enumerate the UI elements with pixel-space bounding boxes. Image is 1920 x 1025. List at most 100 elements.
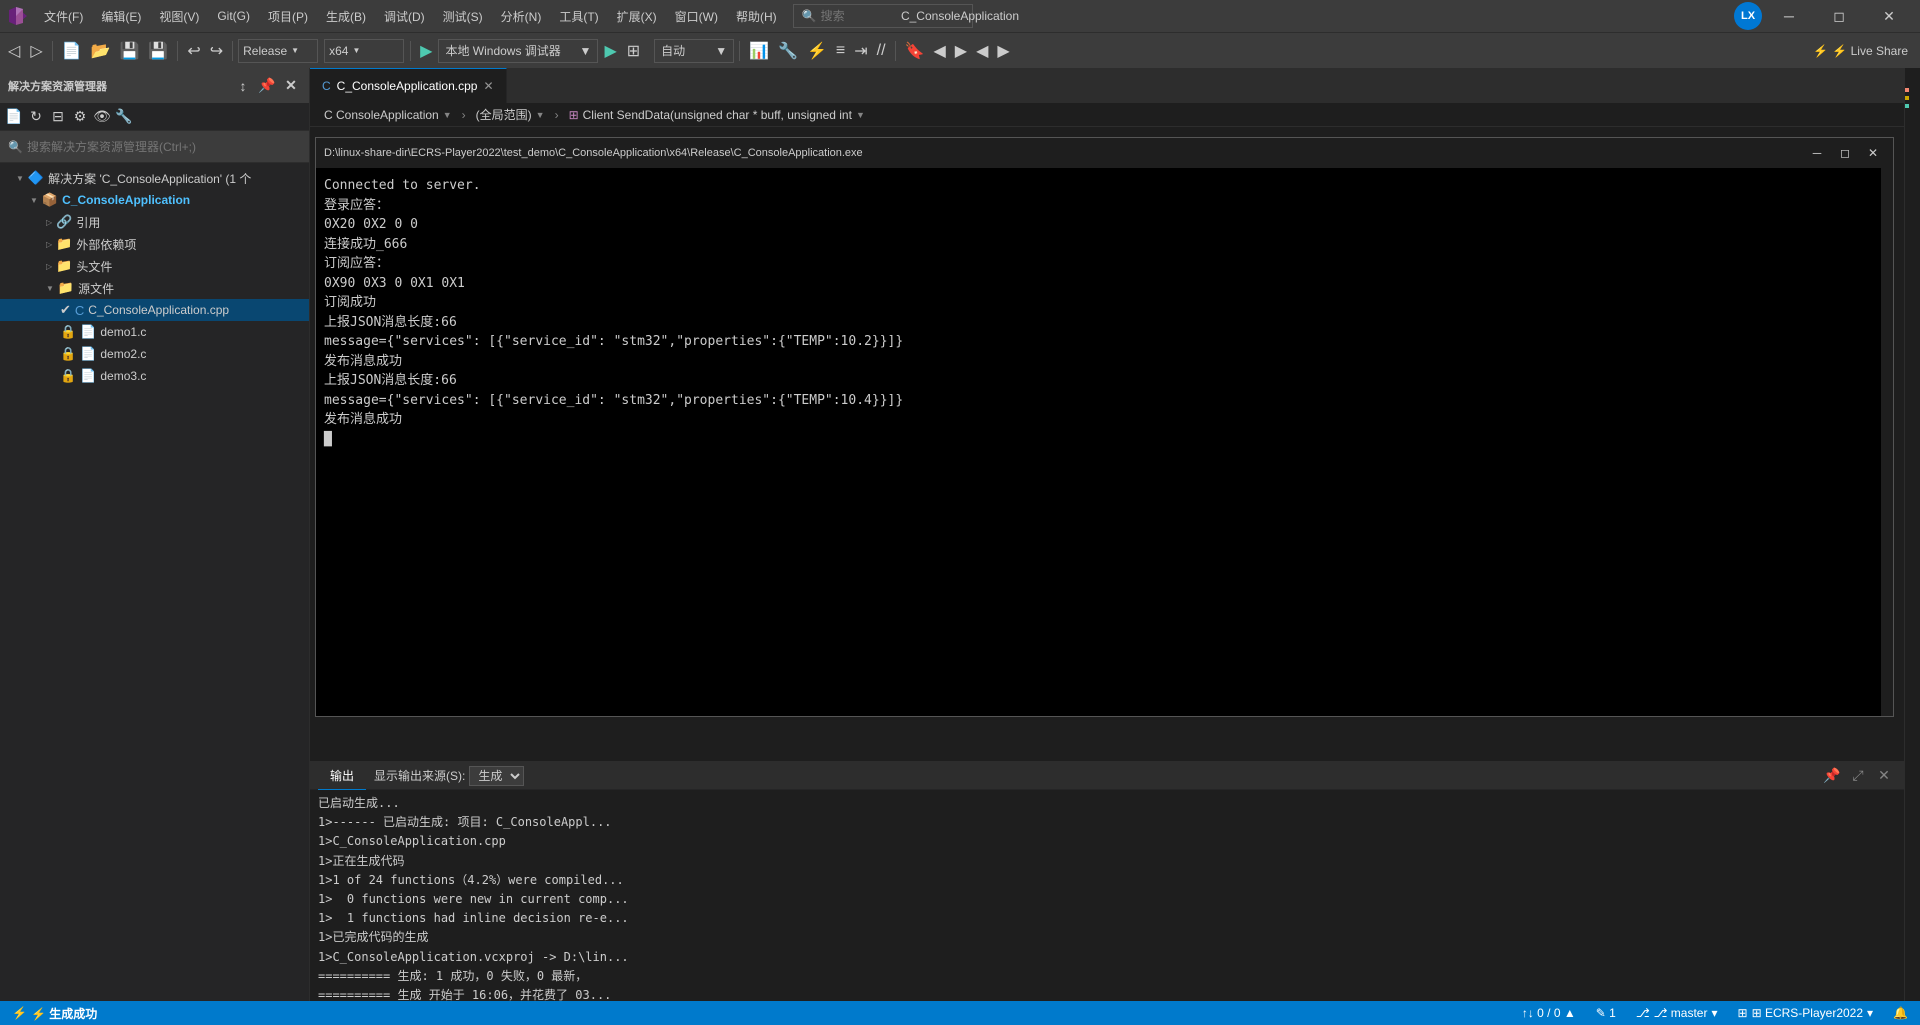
panel-close-button[interactable]: ✕	[1872, 765, 1896, 787]
demo2-item[interactable]: 🔒 📄 demo2.c	[0, 343, 309, 365]
menu-view[interactable]: 视图(V)	[151, 6, 207, 27]
open-file-button[interactable]: 📂	[87, 38, 115, 64]
add-item-button[interactable]: 📄	[4, 107, 24, 127]
menu-test[interactable]: 测试(S)	[435, 6, 491, 27]
repo-status[interactable]: ⊞ ⊞ ECRS-Player2022 ▾	[1734, 1006, 1878, 1020]
undo-button[interactable]: ↩	[183, 38, 204, 64]
indent-button[interactable]: ⇥	[850, 38, 871, 64]
filter-button[interactable]: 🔧	[114, 107, 134, 127]
attach-button[interactable]: ⊞	[623, 38, 644, 64]
project-item[interactable]: ▼ 📦 C_ConsoleApplication	[0, 189, 309, 211]
build-success-status[interactable]: ⚡ ⚡ 生成成功	[8, 1005, 101, 1022]
menu-extensions[interactable]: 扩展(X)	[609, 6, 665, 27]
format-button[interactable]: ≡	[832, 38, 849, 64]
next-bookmark2-button[interactable]: ▶	[993, 38, 1013, 64]
collapse-all-button[interactable]: ⊟	[48, 107, 68, 127]
minimize-button[interactable]: ─	[1766, 0, 1812, 32]
menu-analyze[interactable]: 分析(N)	[493, 6, 550, 27]
toolbar-sep-1	[52, 41, 53, 61]
breadcrumb-func[interactable]: ⊞ Client SendData(unsigned char * buff, …	[563, 105, 871, 125]
close-button[interactable]: ✕	[1866, 0, 1912, 32]
back-button[interactable]: ◁	[4, 38, 24, 64]
comment-button[interactable]: //	[873, 38, 890, 64]
debug-target-label: 本地 Windows 调试器	[445, 42, 560, 59]
demo1-item[interactable]: 🔒 📄 demo1.c	[0, 321, 309, 343]
main-cpp-item[interactable]: ✔ C C_ConsoleApplication.cpp	[0, 299, 309, 321]
platform-dropdown[interactable]: x64 ▼	[324, 39, 404, 63]
notifications-status[interactable]: 🔔	[1889, 1006, 1912, 1020]
build-config-dropdown[interactable]: Release ▼	[238, 39, 318, 63]
errors-status[interactable]: ↑↓ 0 / 0 ▲	[1518, 1006, 1580, 1020]
redo-button[interactable]: ↪	[206, 38, 227, 64]
debug-target-selector[interactable]: 本地 Windows 调试器 ▼	[438, 39, 598, 63]
run-button[interactable]: ▶	[416, 41, 436, 61]
references-item[interactable]: ▷ 🔗 引用	[0, 211, 309, 233]
sidebar-search[interactable]: 🔍	[0, 131, 309, 163]
new-file-button[interactable]: 📄	[58, 38, 86, 64]
menu-help[interactable]: 帮助(H)	[728, 6, 785, 27]
source-files-item[interactable]: ▼ 📁 源文件	[0, 277, 309, 299]
save-all-button[interactable]: 💾	[144, 38, 172, 64]
output-line-9: ========== 生成: 1 成功，0 失败，0 最新，	[318, 967, 1896, 986]
menu-file[interactable]: 文件(F)	[36, 6, 91, 27]
breadcrumb-project[interactable]: C ConsoleApplication ▼	[318, 105, 458, 125]
breadcrumb-sep-2: ›	[555, 108, 559, 122]
forward-button[interactable]: ▷	[26, 38, 46, 64]
panel-expand-button[interactable]: ⤢	[1846, 765, 1870, 787]
menu-project[interactable]: 项目(P)	[260, 6, 316, 27]
menu-edit[interactable]: 编辑(E)	[93, 6, 149, 27]
prev-bookmark2-button[interactable]: ◀	[972, 38, 992, 64]
branch-status[interactable]: ⎇ ⎇ master ▾	[1632, 1006, 1722, 1020]
restore-button[interactable]: ◻	[1816, 0, 1862, 32]
console-title: D:\linux-share-dir\ECRS-Player2022\test_…	[324, 147, 863, 159]
header-files-item[interactable]: ▷ 📁 头文件	[0, 255, 309, 277]
sync-button[interactable]: ↕	[233, 76, 253, 96]
show-all-files-button[interactable]: 👁	[92, 107, 112, 127]
output-source-dropdown[interactable]: 生成	[469, 766, 524, 786]
console-scrollbar[interactable]	[1881, 168, 1893, 716]
panel-pin-button[interactable]: 📌	[1820, 765, 1844, 787]
solution-root-item[interactable]: ▼ 🔷 解决方案 'C_ConsoleApplication' (1 个	[0, 167, 309, 189]
menu-build[interactable]: 生成(B)	[318, 6, 374, 27]
user-avatar[interactable]: LX	[1734, 2, 1762, 30]
menu-tools[interactable]: 工具(T)	[551, 6, 606, 27]
cpp-tab-close-icon[interactable]: ✕	[483, 79, 493, 93]
demo3-item[interactable]: 🔒 📄 demo3.c	[0, 365, 309, 387]
pin-button[interactable]: 📌	[257, 76, 277, 96]
ref-expand-icon: ▷	[46, 218, 52, 227]
hotspot-button[interactable]: ⚡	[803, 38, 831, 64]
external-deps-icon: 📁	[56, 236, 72, 252]
menu-window[interactable]: 窗口(W)	[667, 6, 726, 27]
console-restore-button[interactable]: ◻	[1833, 143, 1857, 163]
prev-bookmark-button[interactable]: ◀	[929, 38, 949, 64]
console-close-button[interactable]: ✕	[1861, 143, 1885, 163]
sidebar-close-button[interactable]: ✕	[281, 76, 301, 96]
external-deps-item[interactable]: ▷ 📁 外部依赖项	[0, 233, 309, 255]
properties-button[interactable]: ⚙	[70, 107, 90, 127]
breadcrumb-scope[interactable]: (全局范围) ▼	[470, 105, 551, 125]
breadcrumb-sep-1: ›	[462, 108, 466, 122]
refresh-button[interactable]: ↻	[26, 107, 46, 127]
bookmark-button[interactable]: 🔖	[901, 38, 929, 64]
console-line-2: 0X20 0X2 0 0	[324, 215, 1873, 235]
header-expand-icon: ▷	[46, 262, 52, 271]
diag-button[interactable]: 🔧	[774, 38, 802, 64]
console-line-9: 发布消息成功	[324, 352, 1873, 372]
next-bookmark-button[interactable]: ▶	[951, 38, 971, 64]
sidebar-search-input[interactable]	[27, 140, 301, 154]
demo3-label: demo3.c	[100, 369, 146, 383]
menu-git[interactable]: Git(G)	[209, 7, 258, 25]
debug-run-button[interactable]: ▶	[600, 38, 620, 64]
toolbar-sep-2	[177, 41, 178, 61]
project-icon: 📦	[42, 192, 58, 208]
external-deps-label: 外部依赖项	[76, 236, 136, 253]
console-minimize-button[interactable]: ─	[1805, 143, 1829, 163]
output-tab[interactable]: 输出	[318, 762, 366, 790]
line-col-status[interactable]: ✎ 1	[1592, 1006, 1620, 1020]
perf-profiler-button[interactable]: 📊	[745, 38, 773, 64]
main-cpp-tab[interactable]: C C_ConsoleApplication.cpp ✕	[310, 68, 507, 103]
save-button[interactable]: 💾	[115, 38, 143, 64]
watch-dropdown[interactable]: 自动 ▼	[654, 39, 734, 63]
menu-debug[interactable]: 调试(D)	[376, 6, 433, 27]
live-share-button[interactable]: ⚡ ⚡ Live Share	[1805, 42, 1916, 60]
